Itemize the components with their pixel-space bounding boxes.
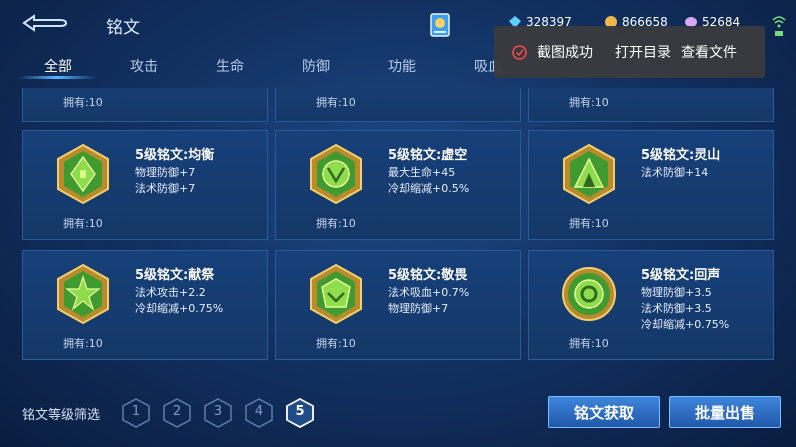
inscription-card-partial[interactable]: 拥有:10	[22, 88, 268, 122]
back-arrow-icon[interactable]	[20, 12, 70, 34]
attribute: 冷却缩减+0.75%	[641, 318, 730, 331]
acquire-inscription-button[interactable]: 铭文获取	[548, 396, 660, 428]
owned-count: 拥有:10	[63, 96, 103, 109]
inscription-attributes: 法术吸血+0.7% 物理防御+7	[388, 285, 469, 317]
inscription-card-partial[interactable]: 拥有:10	[275, 88, 521, 122]
wifi-signal-icon	[772, 16, 786, 36]
toast-message: 截图成功	[537, 45, 593, 61]
inscription-card-partial[interactable]: 拥有:10	[528, 88, 774, 122]
attribute: 物理防御+7	[135, 166, 196, 179]
level-5-label: 5	[295, 404, 305, 419]
owned-count: 拥有:10	[569, 217, 609, 230]
guide-book-icon[interactable]	[428, 10, 452, 40]
inscription-attributes: 最大生命+45 冷却缩减+0.5%	[388, 165, 469, 197]
attribute: 法术防御+3.5	[641, 302, 712, 315]
owned-count: 拥有:10	[63, 337, 103, 350]
inscription-name: 5级铭文:虚空	[388, 148, 468, 163]
inscription-name: 5级铭文:献祭	[135, 268, 215, 283]
attribute: 冷却缩减+0.5%	[388, 182, 470, 195]
bottom-bar: 铭文等级筛选 1 2 3 4 5 铭文获取 批量出售	[0, 384, 796, 444]
attribute: 法术攻击+2.2	[135, 286, 206, 299]
bulk-sell-button[interactable]: 批量出售	[669, 396, 781, 428]
inscription-name: 5级铭文:均衡	[135, 148, 215, 163]
attribute: 法术防御+7	[135, 182, 196, 195]
inscription-card-balance[interactable]: 5级铭文:均衡 物理防御+7 法术防御+7 拥有:10	[22, 130, 268, 240]
view-file-link[interactable]: 查看文件	[681, 42, 737, 62]
inscription-grid: 拥有:10 拥有:10 拥有:10 5级铭文:均衡 物理防御+7 法术防御+7 …	[0, 88, 796, 366]
inscription-card-mountain[interactable]: 5级铭文:灵山 法术防御+14 拥有:10	[528, 130, 774, 240]
level-2-label: 2	[172, 404, 182, 419]
attribute: 冷却缩减+0.75%	[135, 302, 224, 315]
inscription-attributes: 物理防御+7 法术防御+7	[135, 165, 195, 197]
active-tab-indicator	[18, 76, 96, 79]
tab-all[interactable]: 全部	[44, 56, 72, 76]
balance-emblem-icon	[57, 143, 109, 205]
inscription-card-void[interactable]: 5级铭文:虚空 最大生命+45 冷却缩减+0.5% 拥有:10	[275, 130, 521, 240]
inscription-name: 5级铭文:回声	[641, 268, 721, 283]
owned-count: 拥有:10	[316, 217, 356, 230]
attribute: 法术防御+14	[641, 166, 709, 179]
attribute: 最大生命+45	[388, 166, 456, 179]
inscription-card-sacrifice[interactable]: 5级铭文:献祭 法术攻击+2.2 冷却缩减+0.75% 拥有:10	[22, 250, 268, 360]
tab-defense[interactable]: 防御	[302, 56, 330, 76]
inscription-attributes: 法术防御+14	[641, 165, 708, 181]
level-3-label: 3	[213, 404, 223, 419]
level-1-label: 1	[131, 404, 141, 419]
owned-count: 拥有:10	[316, 337, 356, 350]
page-title: 铭文	[106, 18, 140, 38]
awe-emblem-icon	[310, 263, 362, 325]
attribute: 物理防御+3.5	[641, 286, 712, 299]
owned-count: 拥有:10	[63, 217, 103, 230]
inscription-attributes: 物理防御+3.5 法术防御+3.5 冷却缩减+0.75%	[641, 285, 729, 333]
open-directory-link[interactable]: 打开目录	[615, 42, 671, 62]
sacrifice-emblem-icon	[57, 263, 109, 325]
attribute: 法术吸血+0.7%	[388, 286, 470, 299]
level-4-label: 4	[254, 404, 264, 419]
tab-attack[interactable]: 攻击	[130, 56, 158, 76]
screenshot-toast: 截图成功 打开目录 查看文件	[494, 26, 765, 78]
void-emblem-icon	[310, 143, 362, 205]
tab-utility[interactable]: 功能	[388, 56, 416, 76]
check-circle-icon	[512, 44, 527, 60]
owned-count: 拥有:10	[316, 96, 356, 109]
inscription-card-echo[interactable]: 5级铭文:回声 物理防御+3.5 法术防御+3.5 冷却缩减+0.75% 拥有:…	[528, 250, 774, 360]
inscription-name: 5级铭文:敬畏	[388, 268, 468, 283]
owned-count: 拥有:10	[569, 96, 609, 109]
inscription-attributes: 法术攻击+2.2 冷却缩减+0.75%	[135, 285, 223, 317]
owned-count: 拥有:10	[569, 337, 609, 350]
inscription-name: 5级铭文:灵山	[641, 148, 721, 163]
tab-health[interactable]: 生命	[216, 56, 244, 76]
level-filter-label: 铭文等级筛选	[22, 408, 101, 423]
echo-emblem-icon	[562, 267, 616, 321]
attribute: 物理防御+7	[388, 302, 449, 315]
mountain-emblem-icon	[563, 143, 615, 205]
inscription-card-awe[interactable]: 5级铭文:敬畏 法术吸血+0.7% 物理防御+7 拥有:10	[275, 250, 521, 360]
